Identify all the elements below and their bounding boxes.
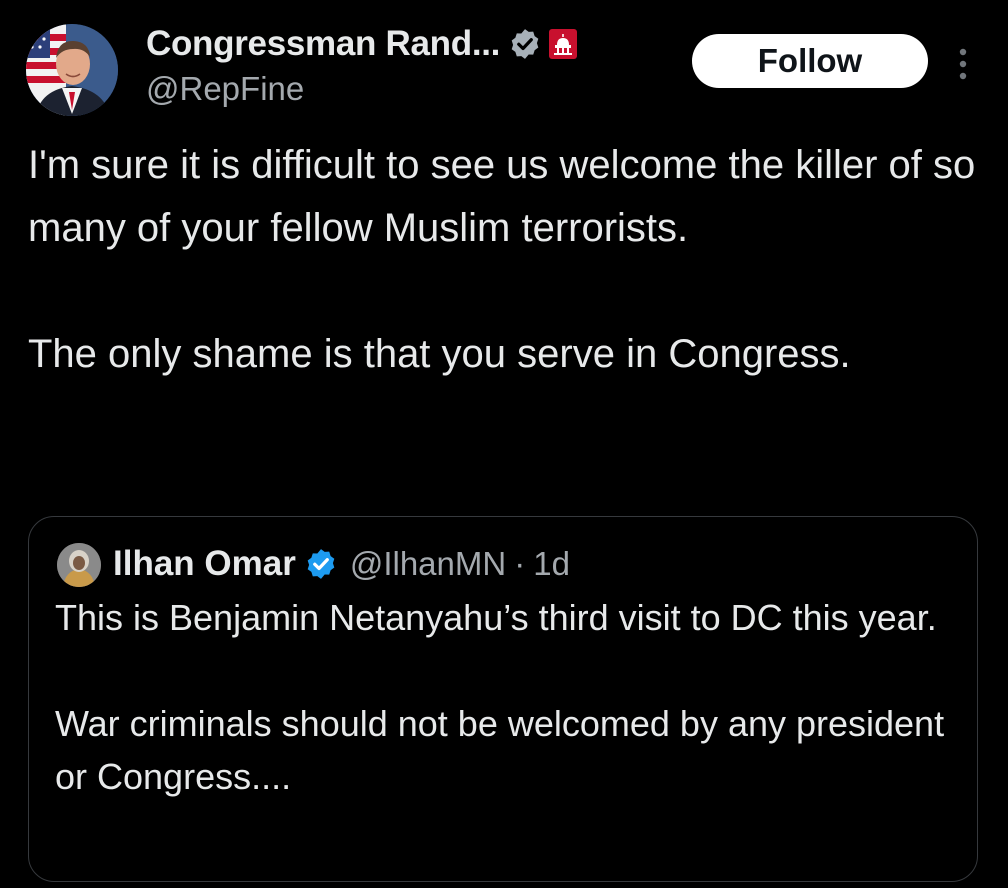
verified-badge-icon (511, 29, 539, 59)
quote-author-handle[interactable]: @IlhanMN (350, 545, 506, 583)
profile-photo (26, 24, 118, 116)
author-name-row: Congressman Rand... (146, 20, 578, 68)
more-vertical-icon (959, 48, 967, 80)
quote-timestamp[interactable]: 1d (533, 545, 570, 583)
quote-text: This is Benjamin Netanyahu’s third visit… (55, 597, 945, 797)
author-display-name[interactable]: Congressman Rand... (146, 24, 500, 64)
author-avatar[interactable] (26, 24, 118, 116)
quoted-tweet[interactable]: Ilhan Omar @IlhanMN · 1d This is Benjami… (28, 516, 978, 882)
tweet-text: I'm sure it is difficult to see us welco… (28, 143, 976, 376)
author-handle[interactable]: @RepFine (146, 70, 304, 108)
quote-author-avatar (57, 543, 101, 587)
quote-header: Ilhan Omar @IlhanMN · 1d (113, 539, 570, 589)
quote-author-name[interactable]: Ilhan Omar (113, 544, 296, 584)
verified-badge-icon (307, 549, 335, 579)
tweet: Congressman Rand... @RepFine Follow I'm … (0, 0, 1008, 888)
profile-photo (57, 543, 101, 587)
separator-dot: · (514, 545, 526, 582)
follow-button[interactable]: Follow (692, 34, 928, 88)
capitol-dome-icon[interactable] (548, 28, 578, 60)
more-options-button[interactable] (948, 44, 978, 84)
